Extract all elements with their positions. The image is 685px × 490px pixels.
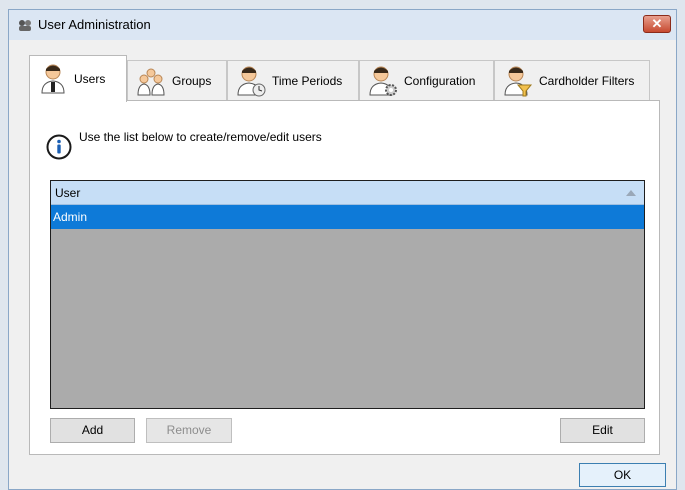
group-icon bbox=[137, 68, 165, 95]
add-button[interactable]: Add bbox=[50, 418, 135, 443]
user-icon bbox=[41, 64, 65, 94]
close-icon: ✕ bbox=[651, 16, 663, 31]
user-gear-icon bbox=[369, 66, 397, 96]
tab-time-periods-label: Time Periods bbox=[272, 73, 343, 88]
remove-button[interactable]: Remove bbox=[146, 418, 232, 443]
column-header-label: User bbox=[55, 186, 81, 200]
column-header-user[interactable]: User bbox=[51, 181, 644, 205]
user-filter-icon bbox=[504, 66, 533, 96]
tab-configuration[interactable]: Configuration bbox=[359, 60, 494, 100]
tab-time-periods[interactable]: Time Periods bbox=[227, 60, 359, 100]
users-tab-panel: Use the list below to create/remove/edit… bbox=[29, 100, 660, 455]
app-icon bbox=[19, 20, 31, 31]
window-title: User Administration bbox=[38, 17, 151, 32]
user-clock-icon bbox=[237, 66, 266, 96]
title-bar[interactable]: User Administration ✕ bbox=[9, 10, 676, 40]
list-item[interactable]: Admin bbox=[51, 205, 644, 229]
tab-groups-label: Groups bbox=[172, 73, 212, 88]
tab-users-label: Users bbox=[74, 72, 106, 86]
sort-ascending-icon bbox=[626, 190, 636, 196]
tab-configuration-label: Configuration bbox=[404, 73, 476, 88]
tab-groups[interactable]: Groups bbox=[127, 60, 227, 100]
close-button[interactable]: ✕ bbox=[643, 15, 671, 33]
ok-button[interactable]: OK bbox=[579, 463, 666, 487]
edit-button[interactable]: Edit bbox=[560, 418, 645, 443]
info-icon bbox=[46, 134, 72, 160]
tab-cardholder-filters[interactable]: Cardholder Filters bbox=[494, 60, 650, 100]
tab-cardholder-filters-label: Cardholder Filters bbox=[539, 73, 635, 88]
users-list[interactable]: User Admin bbox=[50, 180, 645, 409]
tab-users[interactable]: Users bbox=[29, 55, 127, 102]
user-administration-window: User Administration ✕ Users Groups Time … bbox=[8, 9, 677, 490]
list-item-label: Admin bbox=[53, 210, 88, 224]
info-text: Use the list below to create/remove/edit… bbox=[79, 130, 322, 144]
